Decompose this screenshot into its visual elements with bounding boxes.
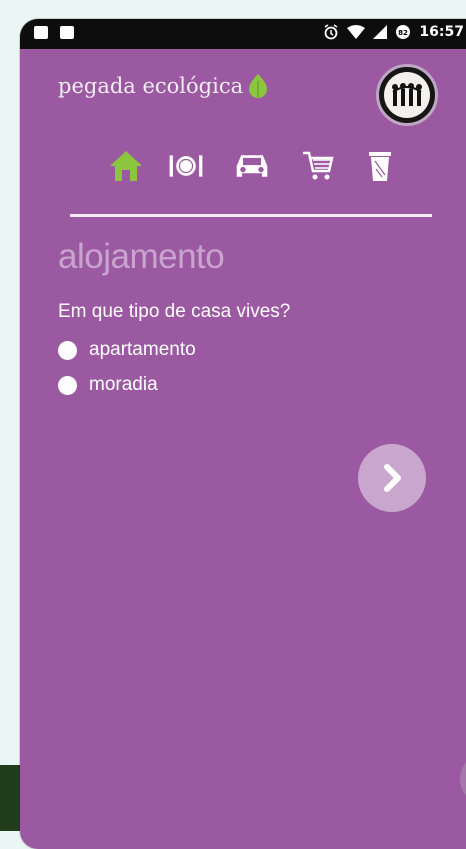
section-title: alojamento xyxy=(58,237,225,276)
brand-text: pegada ecológica xyxy=(58,74,244,98)
radio-button[interactable] xyxy=(58,375,77,395)
group-avatar-icon xyxy=(392,83,422,106)
car-icon xyxy=(236,155,268,177)
divider xyxy=(70,214,432,217)
nav-item-food[interactable] xyxy=(168,147,204,185)
cart-icon xyxy=(303,151,334,180)
option-label: moradia xyxy=(89,374,158,395)
side-handle xyxy=(460,759,466,799)
option-apartamento[interactable]: apartamento xyxy=(58,339,196,361)
signal-icon xyxy=(373,25,388,39)
svg-text:82: 82 xyxy=(399,29,409,37)
category-nav xyxy=(108,147,398,187)
status-time: 16:57 xyxy=(419,24,464,40)
battery-icon: 82 xyxy=(396,25,411,39)
alarm-icon xyxy=(325,24,338,40)
image-icon xyxy=(60,26,74,39)
nav-item-home[interactable] xyxy=(108,147,144,185)
app-brand: pegada ecológica xyxy=(58,73,269,99)
nav-item-waste[interactable] xyxy=(362,147,398,185)
trash-icon xyxy=(369,152,391,181)
radio-button[interactable] xyxy=(58,340,77,360)
house-icon xyxy=(110,151,142,181)
plate-cutlery-icon xyxy=(169,155,203,177)
nav-item-transport[interactable] xyxy=(234,147,270,185)
option-moradia[interactable]: moradia xyxy=(58,374,158,396)
phone-screen: 82 16:57 pegada ecológica alojamento Em … xyxy=(20,19,466,849)
avatar[interactable] xyxy=(376,64,438,126)
leaf-icon xyxy=(249,74,268,98)
option-label: apartamento xyxy=(89,339,196,360)
wifi-icon xyxy=(347,25,366,39)
chevron-right-icon xyxy=(384,464,401,492)
next-button[interactable] xyxy=(358,444,426,512)
camera-icon xyxy=(34,26,48,39)
nav-item-shopping[interactable] xyxy=(300,147,336,185)
question-text: Em que tipo de casa vives? xyxy=(58,301,291,322)
status-bar: 82 16:57 xyxy=(20,19,466,49)
